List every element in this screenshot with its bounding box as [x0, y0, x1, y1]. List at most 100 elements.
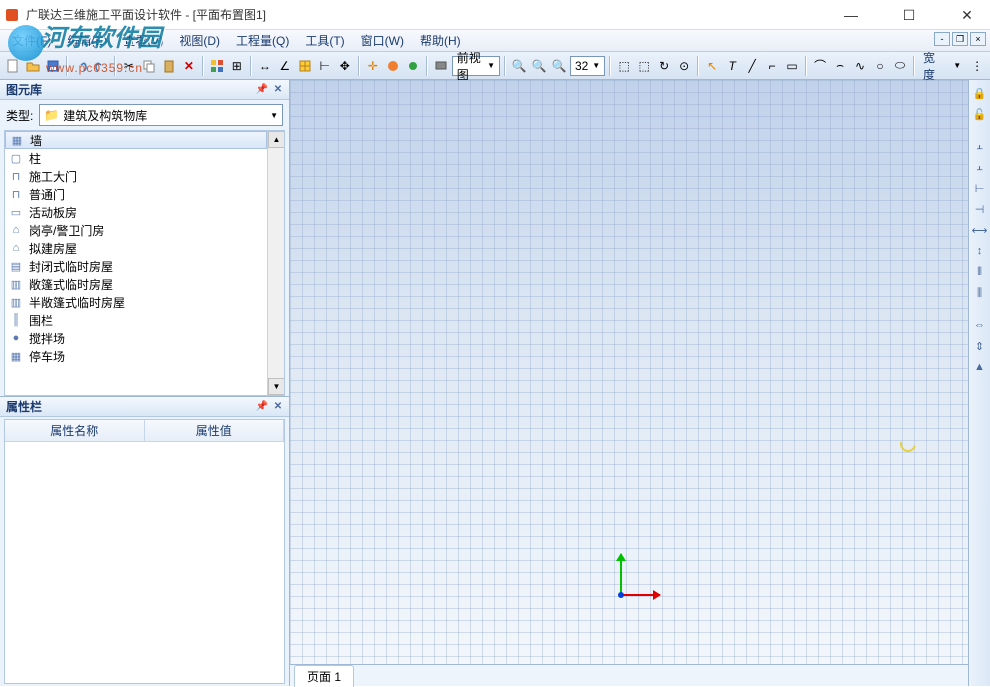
close-button[interactable]: ✕ — [944, 0, 990, 30]
lock-icon[interactable]: 🔒 — [971, 84, 989, 102]
element-label: 封闭式临时房屋 — [29, 258, 113, 275]
snap-button[interactable]: ⊞ — [228, 55, 246, 77]
page-tab-1[interactable]: 页面 1 — [294, 665, 354, 687]
crosshair-button[interactable]: ✛ — [364, 55, 382, 77]
angle-button[interactable]: ∠ — [276, 55, 294, 77]
element-item[interactable]: ▤ 封闭式临时房屋 — [5, 257, 267, 275]
rotate-view-button[interactable]: ↻ — [655, 55, 673, 77]
element-icon: ▢ — [9, 151, 23, 165]
prop-pin-button[interactable]: 📌 — [255, 399, 269, 413]
menu-view[interactable]: 查看(V) — [115, 30, 171, 51]
mdi-minimize-button[interactable]: - — [934, 32, 950, 46]
width-dropdown[interactable]: ▼ — [948, 55, 966, 77]
scroll-up-button[interactable]: ▲ — [268, 131, 285, 148]
element-item[interactable]: ⌂拟建房屋 — [5, 239, 267, 257]
element-item[interactable]: ▦停车场 — [5, 347, 267, 365]
mdi-close-button[interactable]: × — [970, 32, 986, 46]
marker-button[interactable] — [384, 55, 402, 77]
menu-help[interactable]: 帮助(H) — [412, 30, 469, 51]
measure-button[interactable]: ⊢ — [316, 55, 334, 77]
maximize-button[interactable]: ☐ — [886, 0, 932, 30]
line-button[interactable]: ╱ — [743, 55, 761, 77]
element-item[interactable]: ⌂岗亭/警卫门房 — [5, 221, 267, 239]
element-item[interactable]: ▥半敞篷式临时房屋 — [5, 293, 267, 311]
align-center-h-icon[interactable]: ⟷ — [971, 221, 989, 239]
redo-button[interactable] — [92, 55, 110, 77]
paste-button[interactable] — [160, 55, 178, 77]
copy-button[interactable] — [140, 55, 158, 77]
text-button[interactable]: T — [723, 55, 741, 77]
zoom-out-button[interactable]: 🔍 — [530, 55, 548, 77]
layer-button[interactable] — [208, 55, 226, 77]
list-scrollbar[interactable]: ▲ ▼ — [267, 131, 284, 395]
open-button[interactable] — [24, 55, 42, 77]
polyline-button[interactable]: ⌐ — [763, 55, 781, 77]
distribute-v-icon[interactable]: ⫼ — [971, 284, 989, 302]
menu-view2[interactable]: 视图(D) — [171, 30, 228, 51]
cut-button[interactable]: ✂ — [120, 55, 138, 77]
align-center-v-icon[interactable]: ↕ — [971, 242, 989, 260]
element-item[interactable]: ║围栏 — [5, 311, 267, 329]
unlock-icon[interactable]: 🔓 — [971, 105, 989, 123]
zoom-in-button[interactable]: 🔍 — [510, 55, 528, 77]
ellipse-button[interactable]: ⬭ — [891, 55, 909, 77]
element-label: 墙 — [30, 132, 42, 149]
panel-pin-button[interactable]: 📌 — [255, 82, 269, 96]
menu-window[interactable]: 窗口(W) — [353, 30, 412, 51]
type-select[interactable]: 📁 建筑及构筑物库 ▼ — [39, 104, 283, 126]
scroll-down-button[interactable]: ▼ — [268, 378, 285, 395]
flip-h-icon[interactable]: ⇔ — [971, 316, 989, 334]
element-icon: ▤ — [9, 259, 23, 273]
orbit-button[interactable]: ⊙ — [675, 55, 693, 77]
select-window-button[interactable]: ⬚ — [635, 55, 653, 77]
more-button[interactable]: ⋮ — [968, 55, 986, 77]
mirror-icon[interactable]: ▲ — [971, 358, 989, 376]
element-item[interactable]: ▦墙 — [5, 131, 267, 149]
menu-tool[interactable]: 工具(T) — [297, 30, 352, 51]
element-item[interactable]: ⊓施工大门 — [5, 167, 267, 185]
pan-button[interactable]: ✥ — [336, 55, 354, 77]
align-top-icon[interactable]: ⫠ — [971, 137, 989, 155]
flip-v-icon[interactable]: ⇕ — [971, 337, 989, 355]
drawing-canvas[interactable] — [290, 80, 968, 664]
save-button[interactable] — [44, 55, 62, 77]
element-item[interactable]: ●搅拌场 — [5, 329, 267, 347]
delete-button[interactable]: ✕ — [180, 55, 198, 77]
element-icon: ▦ — [9, 349, 23, 363]
menu-edit[interactable]: 编辑(E) — [59, 30, 115, 51]
panel-close-button[interactable]: ✕ — [271, 82, 285, 96]
grid-button[interactable] — [296, 55, 314, 77]
view-select[interactable]: 前视图▼ — [452, 56, 500, 76]
point-button[interactable] — [404, 55, 422, 77]
zoom-input[interactable]: 32▼ — [570, 56, 605, 76]
curve-button[interactable]: ∿ — [851, 55, 869, 77]
element-item[interactable]: ▭活动板房 — [5, 203, 267, 221]
undo-button[interactable] — [72, 55, 90, 77]
element-icon: ▥ — [9, 295, 23, 309]
mdi-restore-button[interactable]: ❐ — [952, 32, 968, 46]
minimize-button[interactable]: — — [828, 0, 874, 30]
circle-button[interactable]: ○ — [871, 55, 889, 77]
property-header: 属性栏 📌 ✕ — [0, 397, 289, 417]
element-item[interactable]: ⊓普通门 — [5, 185, 267, 203]
menu-quantity[interactable]: 工程量(Q) — [228, 30, 297, 51]
dim-button[interactable]: ↔ — [256, 55, 274, 77]
arc2-button[interactable]: ⌢ — [831, 55, 849, 77]
element-item[interactable]: ▢柱 — [5, 149, 267, 167]
align-bottom-icon[interactable]: ⫠ — [971, 158, 989, 176]
new-button[interactable] — [4, 55, 22, 77]
element-label: 施工大门 — [29, 168, 77, 185]
prop-close-button[interactable]: ✕ — [271, 399, 285, 413]
select-button[interactable]: ⬚ — [615, 55, 633, 77]
display-button[interactable] — [432, 55, 450, 77]
prop-col-name: 属性名称 — [5, 420, 145, 441]
element-item[interactable]: ▥敞篷式临时房屋 — [5, 275, 267, 293]
zoom-fit-button[interactable]: 🔍 — [550, 55, 568, 77]
distribute-h-icon[interactable]: ⫴ — [971, 263, 989, 281]
align-right-icon[interactable]: ⊣ — [971, 200, 989, 218]
rect-button[interactable]: ▭ — [783, 55, 801, 77]
pointer-button[interactable]: ↖ — [703, 55, 721, 77]
menu-file[interactable]: 文件(F) — [4, 30, 59, 51]
arc-button[interactable]: ⌒ — [811, 55, 829, 77]
align-left-icon[interactable]: ⊢ — [971, 179, 989, 197]
